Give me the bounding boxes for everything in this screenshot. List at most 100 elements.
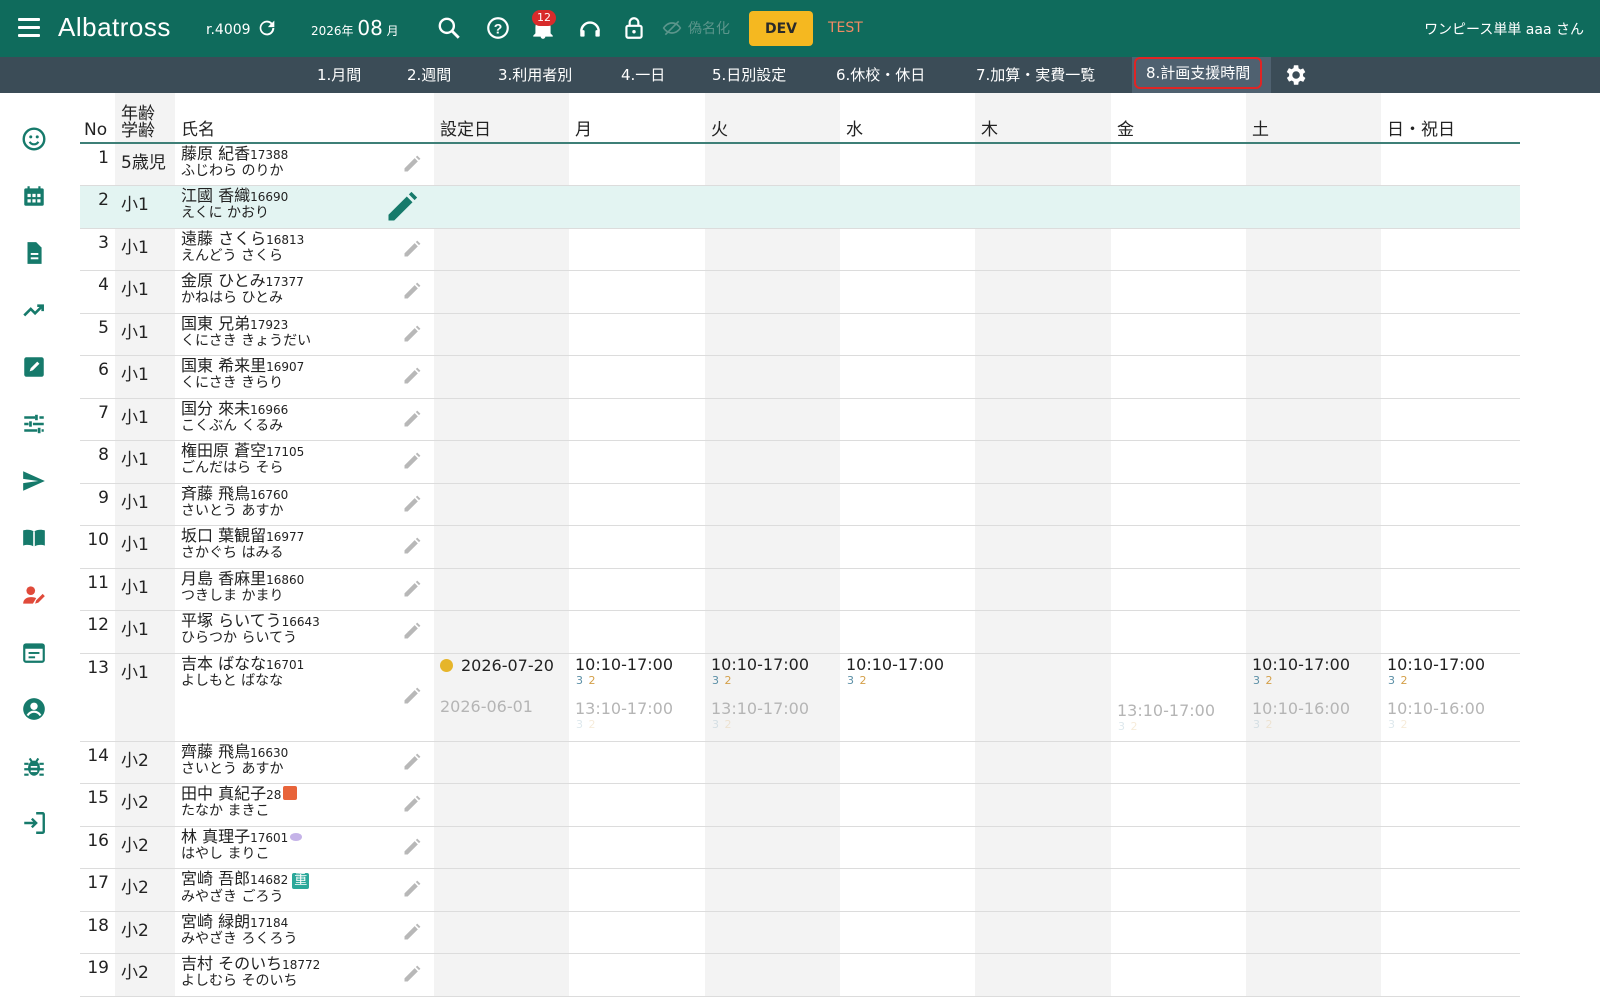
cell-thu[interactable]: [975, 911, 1111, 954]
cell-thu[interactable]: [975, 610, 1111, 654]
cell-sun[interactable]: [1381, 185, 1520, 229]
cell-setdate[interactable]: [434, 868, 569, 912]
edit-pencil-icon[interactable]: [402, 324, 422, 344]
cell-setdate[interactable]: [434, 143, 569, 186]
cell-setdate[interactable]: [434, 440, 569, 484]
cell-wed[interactable]: [840, 398, 975, 441]
cell-sat[interactable]: [1246, 525, 1381, 569]
cell-thu[interactable]: [975, 185, 1111, 229]
table-row[interactable]: 19 小2 吉村 そのいち18772 よしむら そのいち: [80, 953, 1520, 997]
cell-thu[interactable]: [975, 826, 1111, 869]
cell-mon[interactable]: [569, 228, 705, 271]
cell-sun[interactable]: [1381, 826, 1520, 869]
cell-thu[interactable]: [975, 440, 1111, 484]
cell-setdate[interactable]: [434, 953, 569, 997]
cell-wed[interactable]: [840, 826, 975, 869]
cell-setdate[interactable]: [434, 270, 569, 314]
cell-sat[interactable]: [1246, 868, 1381, 912]
edit-pencil-icon[interactable]: [402, 536, 422, 556]
edit-pencil-icon[interactable]: [402, 154, 422, 174]
cell-wed[interactable]: [840, 525, 975, 569]
cell-fri[interactable]: [1111, 143, 1246, 186]
cell-thu[interactable]: [975, 355, 1111, 399]
table-row[interactable]: 13 小1 吉本 ばなな16701 よしもと ばなな 2026-07-20 2026-06…: [80, 653, 1520, 742]
edit-pencil-icon[interactable]: [402, 794, 422, 814]
cell-sat[interactable]: [1246, 911, 1381, 954]
cell-sat[interactable]: 10:10-17:00 3 2 10:10-16:00 3 2: [1246, 653, 1381, 742]
cell-tue[interactable]: [705, 313, 840, 356]
cell-wed[interactable]: [840, 911, 975, 954]
cell-setdate[interactable]: [434, 741, 569, 784]
cell-sun[interactable]: [1381, 483, 1520, 526]
table-row[interactable]: 8 小1 権田原 蒼空17105 ごんだはら そら: [80, 440, 1520, 484]
cell-mon[interactable]: [569, 826, 705, 869]
cell-mon[interactable]: 10:10-17:00 3 2 13:10-17:00 3 2: [569, 653, 705, 742]
cell-sat[interactable]: [1246, 185, 1381, 229]
cell-setdate[interactable]: [434, 568, 569, 611]
cell-wed[interactable]: [840, 143, 975, 186]
cell-mon[interactable]: [569, 185, 705, 229]
cell-tue[interactable]: [705, 953, 840, 997]
cell-thu[interactable]: [975, 313, 1111, 356]
cell-fri[interactable]: [1111, 911, 1246, 954]
cell-sun[interactable]: [1381, 440, 1520, 484]
cell-mon[interactable]: [569, 525, 705, 569]
cell-fri[interactable]: [1111, 868, 1246, 912]
cell-mon[interactable]: [569, 440, 705, 484]
cell-sun[interactable]: 10:10-17:00 3 2 10:10-16:00 3 2: [1381, 653, 1520, 742]
table-row[interactable]: 5 小1 国東 兄弟17923 くにさき きょうだい: [80, 313, 1520, 356]
cell-setdate[interactable]: [434, 398, 569, 441]
cell-mon[interactable]: [569, 610, 705, 654]
schedule-time-previous[interactable]: 10:10-16:00: [1387, 699, 1514, 718]
table-row[interactable]: 11 小1 月島 香麻里16860 つきしま かまり: [80, 568, 1520, 611]
cell-mon[interactable]: [569, 270, 705, 314]
cell-thu[interactable]: [975, 270, 1111, 314]
cell-fri[interactable]: [1111, 826, 1246, 869]
tab-daily-settings[interactable]: 5.日別設定: [712, 57, 786, 93]
cell-thu[interactable]: [975, 868, 1111, 912]
settings-gear-icon[interactable]: [1282, 62, 1308, 88]
cell-wed[interactable]: [840, 741, 975, 784]
cell-sat[interactable]: [1246, 355, 1381, 399]
cell-fri[interactable]: [1111, 185, 1246, 229]
cell-sat[interactable]: [1246, 953, 1381, 997]
edit-pencil-icon[interactable]: [384, 189, 420, 225]
set-date-previous[interactable]: 2026-06-01: [440, 697, 563, 716]
cell-fri[interactable]: [1111, 483, 1246, 526]
schedule-time-previous[interactable]: 13:10-17:00: [1117, 701, 1240, 720]
cell-tue[interactable]: [705, 398, 840, 441]
cell-setdate[interactable]: [434, 483, 569, 526]
support-icon[interactable]: [577, 15, 603, 41]
cell-fri[interactable]: [1111, 783, 1246, 827]
tab-weekly[interactable]: 2.週間: [407, 57, 451, 93]
cell-setdate[interactable]: [434, 525, 569, 569]
anonymize-toggle[interactable]: 偽名化: [662, 18, 730, 38]
cell-thu[interactable]: [975, 483, 1111, 526]
cell-tue[interactable]: [705, 483, 840, 526]
tab-daily[interactable]: 4.一日: [621, 57, 665, 93]
cell-tue[interactable]: [705, 610, 840, 654]
schedule-time[interactable]: 10:10-17:00: [846, 655, 969, 674]
cell-sun[interactable]: [1381, 525, 1520, 569]
cell-mon[interactable]: [569, 783, 705, 827]
edit-pencil-icon[interactable]: [402, 281, 422, 301]
edit-pencil-icon[interactable]: [402, 922, 422, 942]
edit-pencil-icon[interactable]: [402, 752, 422, 772]
cell-tue[interactable]: [705, 440, 840, 484]
cell-thu[interactable]: [975, 398, 1111, 441]
cell-sun[interactable]: [1381, 911, 1520, 954]
edit-pencil-icon[interactable]: [402, 837, 422, 857]
refresh-icon[interactable]: [256, 17, 278, 39]
cell-wed[interactable]: [840, 568, 975, 611]
cell-fri[interactable]: 13:10-17:00 3 2: [1111, 653, 1246, 742]
cell-setdate[interactable]: [434, 610, 569, 654]
cell-sat[interactable]: [1246, 143, 1381, 186]
cell-setdate[interactable]: [434, 185, 569, 229]
cell-thu[interactable]: [975, 783, 1111, 827]
cell-tue[interactable]: [705, 185, 840, 229]
cell-thu[interactable]: [975, 953, 1111, 997]
cell-sun[interactable]: [1381, 398, 1520, 441]
table-row[interactable]: 6 小1 国東 希来里16907 くにさき きらり: [80, 355, 1520, 399]
cell-thu[interactable]: [975, 568, 1111, 611]
tab-additions-expenses[interactable]: 7.加算・実費一覧: [976, 57, 1095, 93]
